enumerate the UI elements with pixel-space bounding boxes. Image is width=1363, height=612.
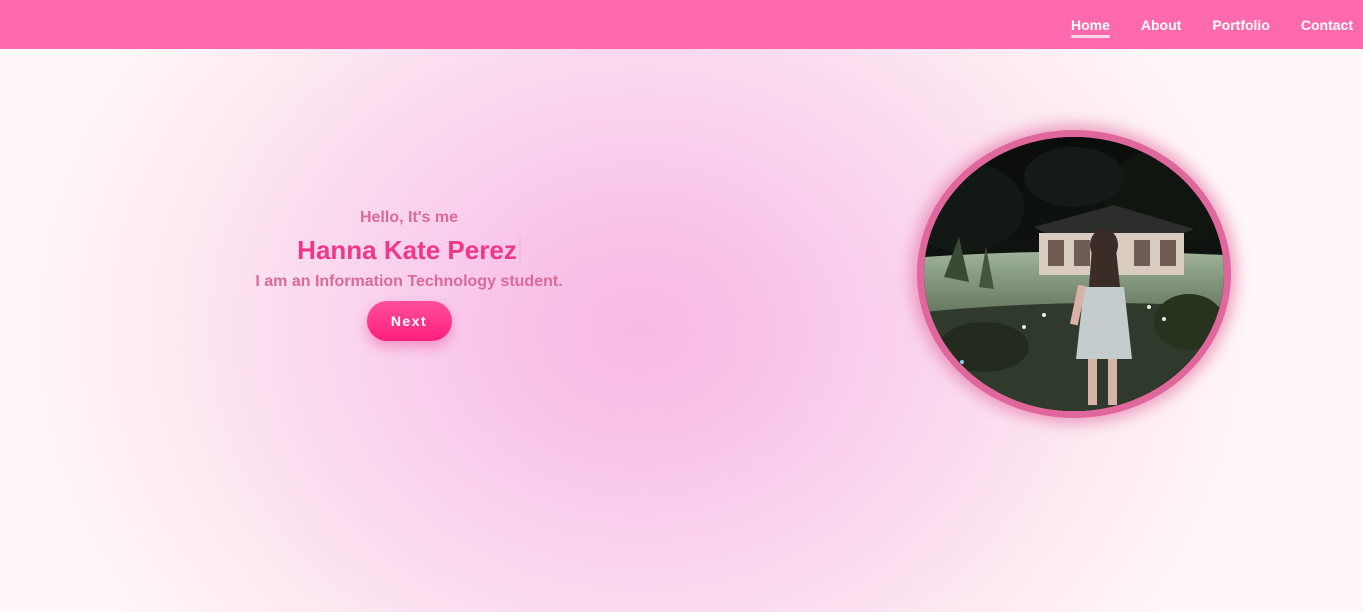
profile-photo [924, 137, 1224, 411]
top-navbar: Home About Portfolio Contact [0, 0, 1363, 49]
hero-tagline: I am an Information Technology student. [255, 273, 563, 290]
next-button[interactable]: Next [366, 301, 452, 341]
hero-name: Hanna Kate Perez [297, 235, 517, 265]
nav-links: Home About Portfolio Contact [1040, 0, 1353, 49]
hero-name-line: Hanna Kate Perez [200, 231, 618, 269]
nav-home-link[interactable]: Home [1070, 17, 1110, 38]
hero-greeting: Hello, It's me [359, 209, 459, 226]
hero-section: Hello, It's me Hanna Kate Perez I am an … [200, 205, 618, 341]
typing-cursor [518, 237, 521, 263]
nav-about-link[interactable]: About [1141, 17, 1181, 33]
nav-portfolio-link[interactable]: Portfolio [1212, 17, 1270, 33]
profile-photo-image [924, 137, 1224, 411]
profile-photo-frame [917, 130, 1231, 418]
nav-contact-link[interactable]: Contact [1301, 17, 1353, 33]
